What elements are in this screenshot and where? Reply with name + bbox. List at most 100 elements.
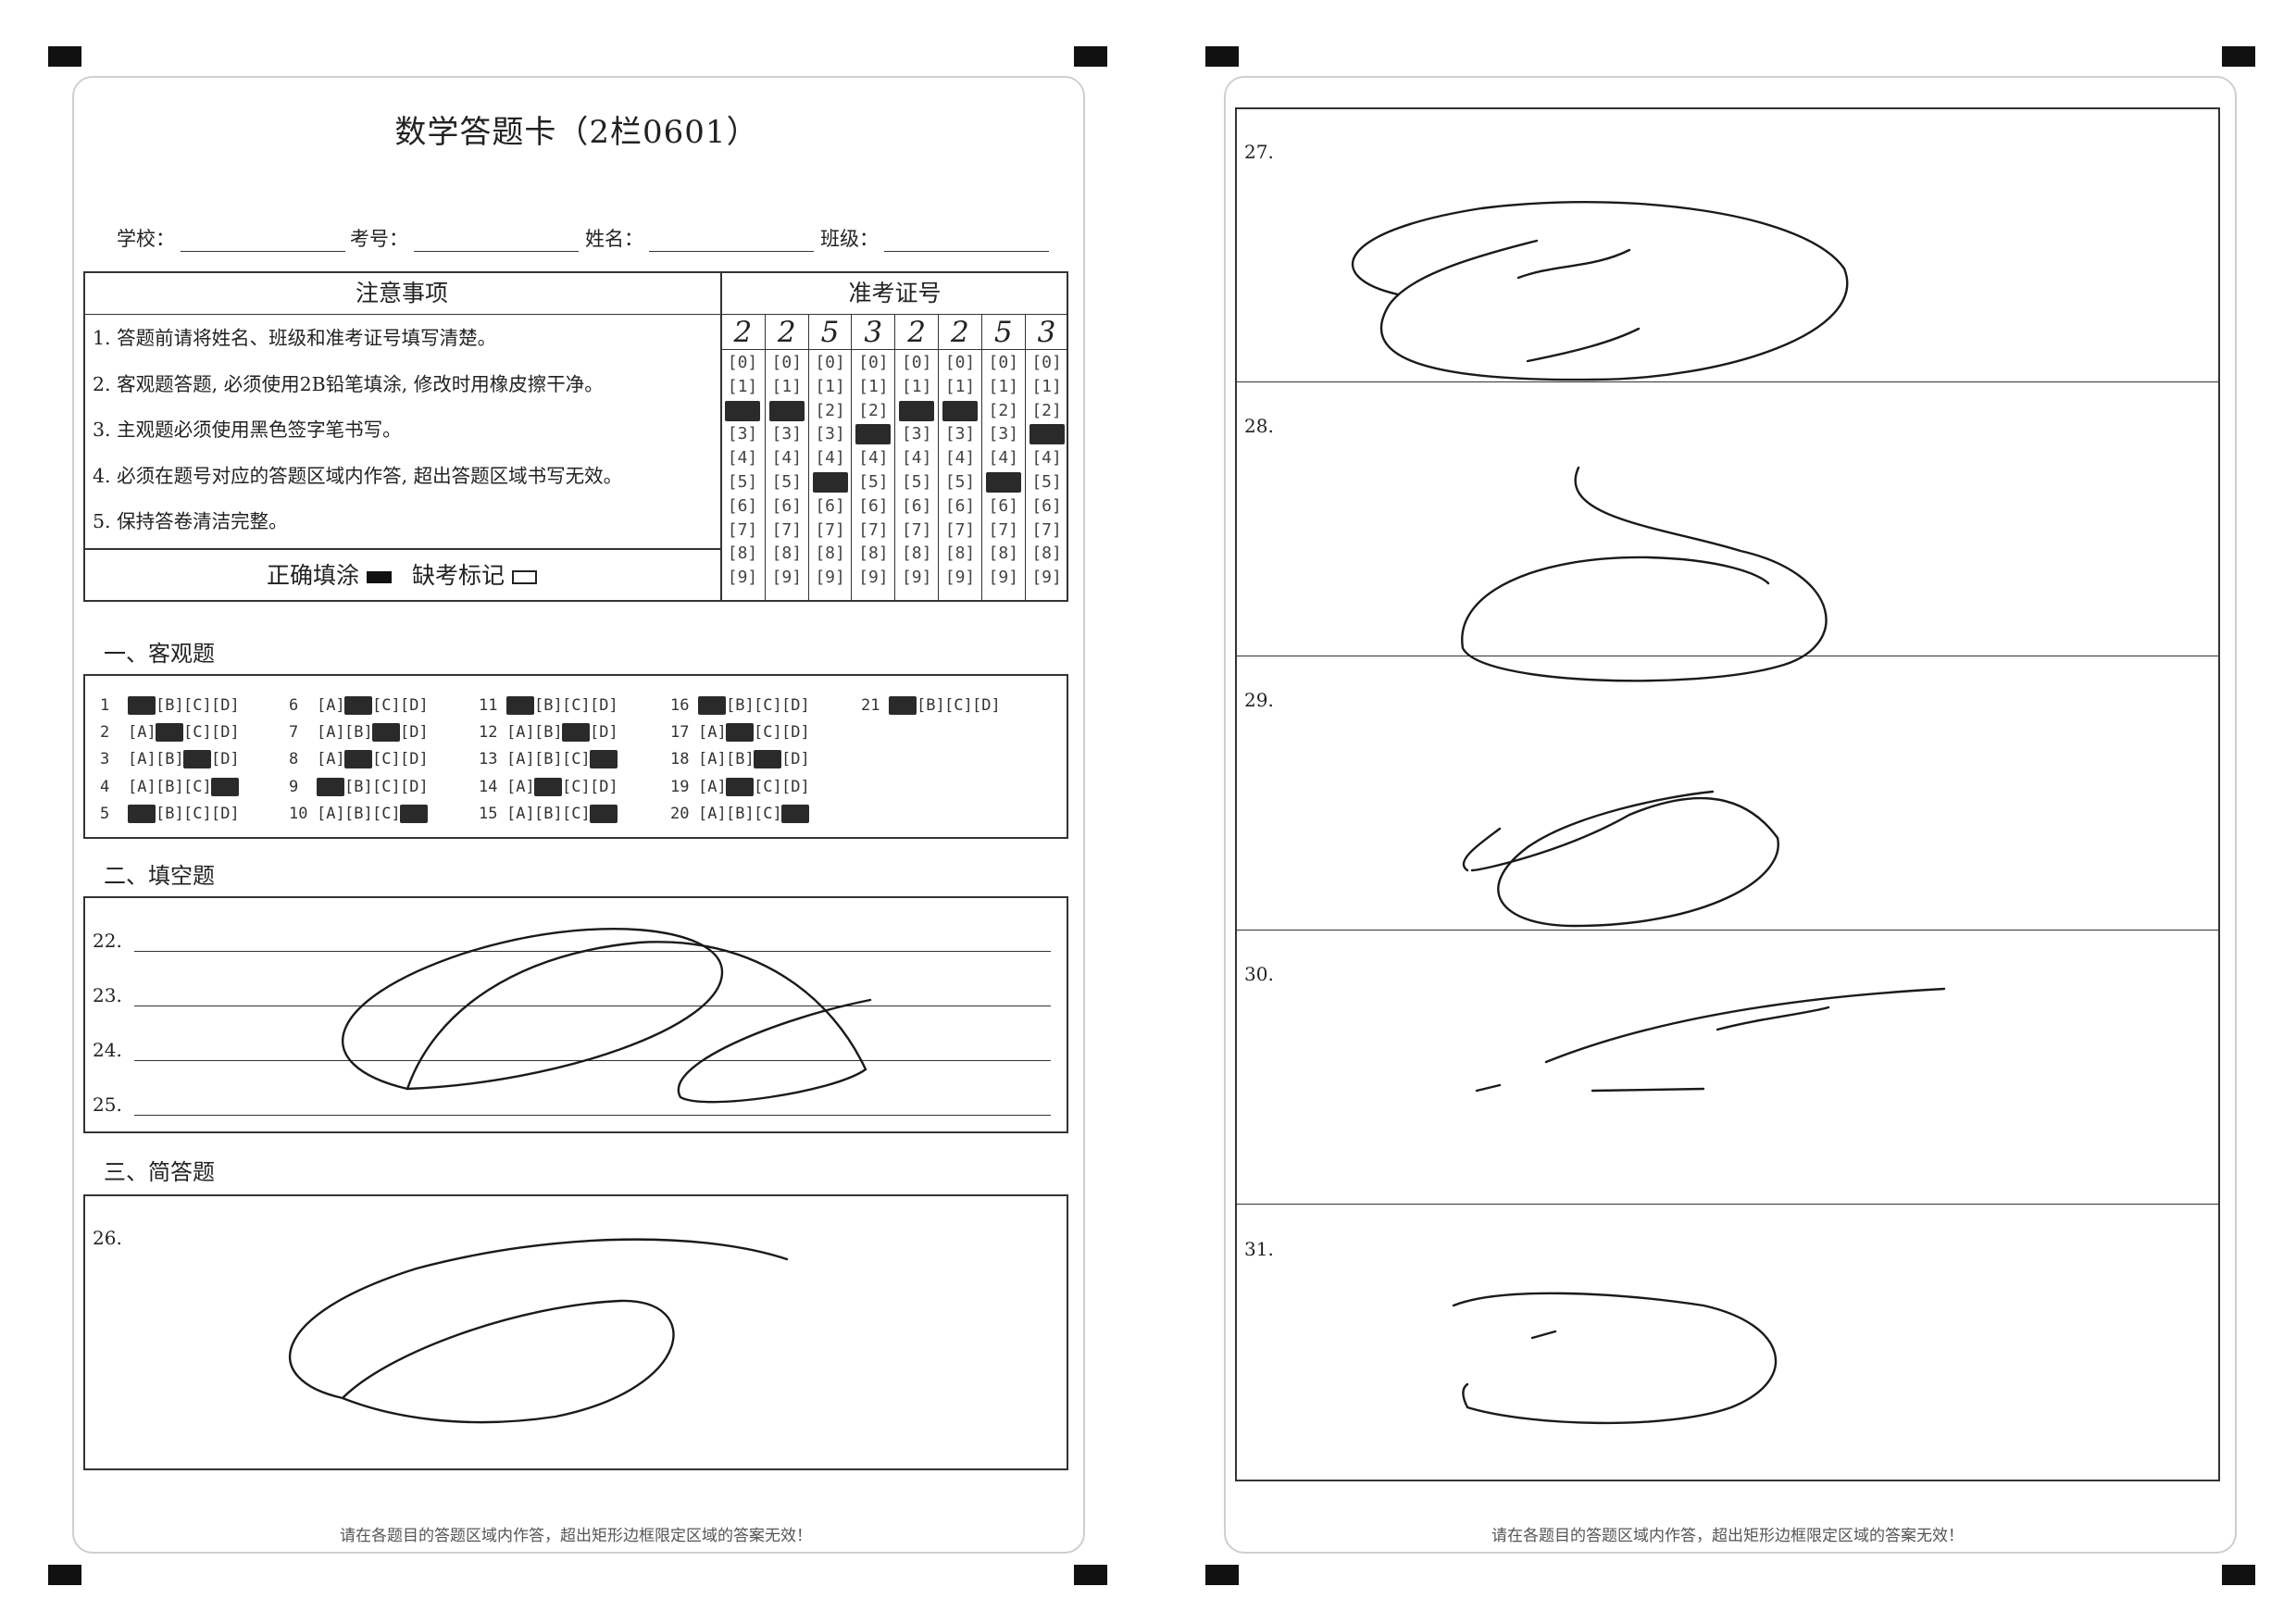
digit-bubble[interactable]: [5]: [899, 472, 934, 493]
answer-box-26[interactable]: [83, 1194, 1068, 1470]
choice-bubble[interactable]: [D]: [211, 750, 240, 768]
digit-bubble[interactable]: [6]: [899, 496, 934, 517]
choice-bubble[interactable]: [D]: [781, 805, 810, 823]
digit-bubble[interactable]: [5]: [812, 472, 848, 493]
digit-bubble[interactable]: [5]: [725, 472, 760, 493]
choice-bubble[interactable]: [C]: [562, 723, 591, 742]
digit-bubble[interactable]: [3]: [725, 424, 760, 444]
digit-bubble[interactable]: [3]: [769, 424, 805, 444]
class-field[interactable]: 班级：: [820, 224, 1049, 252]
choice-bubble[interactable]: [B]: [917, 696, 945, 715]
choice-bubble[interactable]: [C]: [754, 750, 782, 768]
digit-bubble[interactable]: [0]: [899, 353, 934, 373]
choice-bubble[interactable]: [B]: [344, 805, 373, 823]
choice-bubble[interactable]: [A]: [506, 778, 535, 796]
digit-bubble[interactable]: [9]: [899, 568, 934, 588]
choice-bubble[interactable]: [D]: [590, 778, 618, 796]
digit-bubble[interactable]: [6]: [986, 496, 1021, 517]
answer-box-29[interactable]: [1235, 657, 2220, 930]
digit-bubble[interactable]: [6]: [725, 496, 760, 517]
digit-bubble[interactable]: [1]: [1029, 377, 1065, 397]
digit-bubble[interactable]: [9]: [986, 568, 1021, 588]
choice-bubble[interactable]: [D]: [211, 723, 240, 742]
choice-bubble[interactable]: [D]: [400, 723, 429, 742]
digit-bubble[interactable]: [4]: [813, 448, 848, 468]
digit-bubble[interactable]: [2]: [768, 400, 805, 421]
choice-bubble[interactable]: [C]: [372, 778, 401, 796]
digit-bubble[interactable]: [4]: [986, 448, 1021, 468]
choice-bubble[interactable]: [A]: [506, 696, 535, 715]
choice-bubble[interactable]: [B]: [156, 696, 184, 715]
digit-bubble[interactable]: [1]: [769, 377, 805, 397]
choice-bubble[interactable]: [D]: [400, 696, 429, 715]
digit-bubble[interactable]: [6]: [813, 496, 848, 517]
choice-bubble[interactable]: [B]: [156, 778, 184, 796]
choice-bubble[interactable]: [C]: [562, 696, 591, 715]
choice-bubble[interactable]: [D]: [781, 696, 810, 715]
digit-bubble[interactable]: [4]: [725, 448, 760, 468]
digit-bubble[interactable]: [2]: [813, 401, 848, 421]
choice-bubble[interactable]: [A]: [506, 805, 535, 823]
choice-bubble[interactable]: [D]: [781, 723, 810, 742]
choice-bubble[interactable]: [A]: [698, 805, 727, 823]
digit-bubble[interactable]: [0]: [813, 353, 848, 373]
choice-bubble[interactable]: [A]: [698, 723, 727, 742]
digit-bubble[interactable]: [9]: [855, 568, 891, 588]
choice-bubble[interactable]: [C]: [372, 696, 401, 715]
choice-bubble[interactable]: [B]: [534, 750, 563, 768]
digit-bubble[interactable]: [1]: [855, 377, 891, 397]
digit-bubble[interactable]: [9]: [1029, 568, 1065, 588]
choice-bubble[interactable]: [A]: [698, 750, 727, 768]
choice-bubble[interactable]: [D]: [211, 696, 240, 715]
choice-bubble[interactable]: [D]: [400, 805, 429, 823]
choice-bubble[interactable]: [D]: [590, 805, 618, 823]
choice-bubble[interactable]: [A]: [698, 696, 727, 715]
school-field[interactable]: 学校：: [117, 224, 345, 252]
digit-bubble[interactable]: [8]: [942, 543, 978, 564]
choice-bubble[interactable]: [C]: [562, 805, 591, 823]
digit-bubble[interactable]: [0]: [1029, 353, 1065, 373]
choice-bubble[interactable]: [D]: [590, 696, 618, 715]
choice-bubble[interactable]: [C]: [183, 750, 212, 768]
digit-bubble[interactable]: [2]: [942, 400, 978, 421]
name-field[interactable]: 姓名：: [585, 224, 814, 252]
choice-bubble[interactable]: [A]: [317, 805, 345, 823]
answer-line[interactable]: [134, 951, 1051, 952]
digit-bubble[interactable]: [3]: [899, 424, 934, 444]
digit-bubble[interactable]: [1]: [813, 377, 848, 397]
digit-bubble[interactable]: [3]: [986, 424, 1021, 444]
choice-bubble[interactable]: [B]: [344, 696, 373, 715]
choice-bubble[interactable]: [D]: [211, 805, 240, 823]
choice-bubble[interactable]: [A]: [128, 696, 156, 715]
digit-bubble[interactable]: [7]: [899, 520, 934, 541]
choice-bubble[interactable]: [D]: [972, 696, 1001, 715]
answer-box-31[interactable]: [1235, 1206, 2220, 1480]
digit-bubble[interactable]: [7]: [813, 520, 848, 541]
choice-bubble[interactable]: [D]: [400, 778, 429, 796]
digit-bubble[interactable]: [3]: [1029, 424, 1065, 445]
digit-bubble[interactable]: [8]: [899, 543, 934, 564]
choice-bubble[interactable]: [C]: [372, 750, 401, 768]
choice-bubble[interactable]: [C]: [183, 723, 212, 742]
digit-bubble[interactable]: [2]: [1029, 401, 1065, 421]
digit-bubble[interactable]: [1]: [899, 377, 934, 397]
choice-bubble[interactable]: [B]: [156, 723, 184, 742]
digit-bubble[interactable]: [4]: [769, 448, 805, 468]
digit-bubble[interactable]: [7]: [725, 520, 760, 541]
digit-bubble[interactable]: [0]: [986, 353, 1021, 373]
digit-bubble[interactable]: [7]: [942, 520, 978, 541]
digit-bubble[interactable]: [6]: [855, 496, 891, 517]
choice-bubble[interactable]: [B]: [726, 750, 755, 768]
choice-bubble[interactable]: [B]: [534, 778, 563, 796]
choice-bubble[interactable]: [A]: [698, 778, 727, 796]
choice-bubble[interactable]: [D]: [590, 750, 618, 768]
choice-bubble[interactable]: [C]: [183, 696, 212, 715]
choice-bubble[interactable]: [B]: [344, 723, 373, 742]
choice-bubble[interactable]: [B]: [534, 723, 563, 742]
choice-bubble[interactable]: [A]: [506, 723, 535, 742]
digit-bubble[interactable]: [7]: [855, 520, 891, 541]
digit-bubble[interactable]: [8]: [813, 543, 848, 564]
choice-bubble[interactable]: [A]: [128, 723, 156, 742]
answer-line[interactable]: [134, 1060, 1051, 1061]
choice-bubble[interactable]: [B]: [534, 696, 563, 715]
